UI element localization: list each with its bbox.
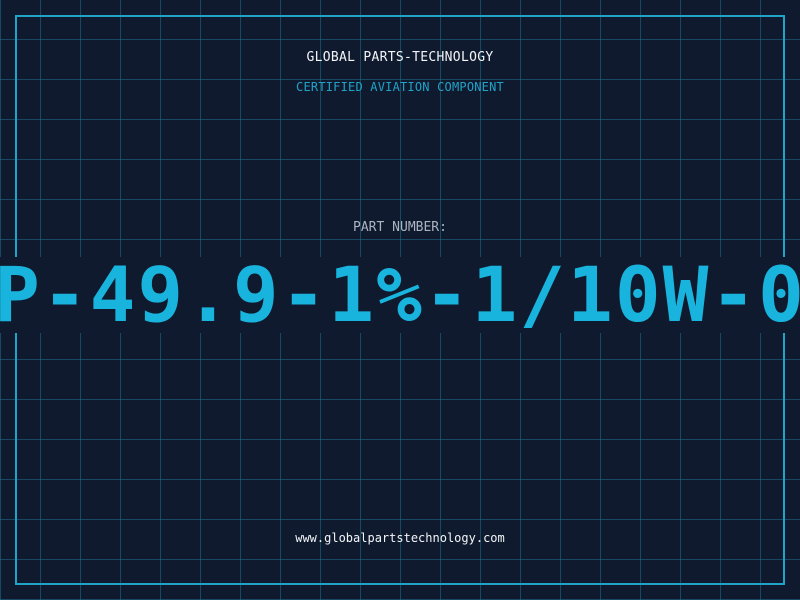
certification-subtitle: CERTIFIED AVIATION COMPONENT bbox=[296, 80, 504, 94]
part-number-label: PART NUMBER: bbox=[353, 220, 447, 235]
part-number-band: IP-49.9-1%-1/10W-00 bbox=[0, 257, 800, 333]
company-name: GLOBAL PARTS-TECHNOLOGY bbox=[306, 50, 494, 65]
part-number-value: IP-49.9-1%-1/10W-00 bbox=[0, 257, 800, 333]
website-url[interactable]: www.globalpartstechnology.com bbox=[0, 531, 800, 545]
part-label-screen: GLOBAL PARTS-TECHNOLOGY CERTIFIED AVIATI… bbox=[0, 0, 800, 600]
